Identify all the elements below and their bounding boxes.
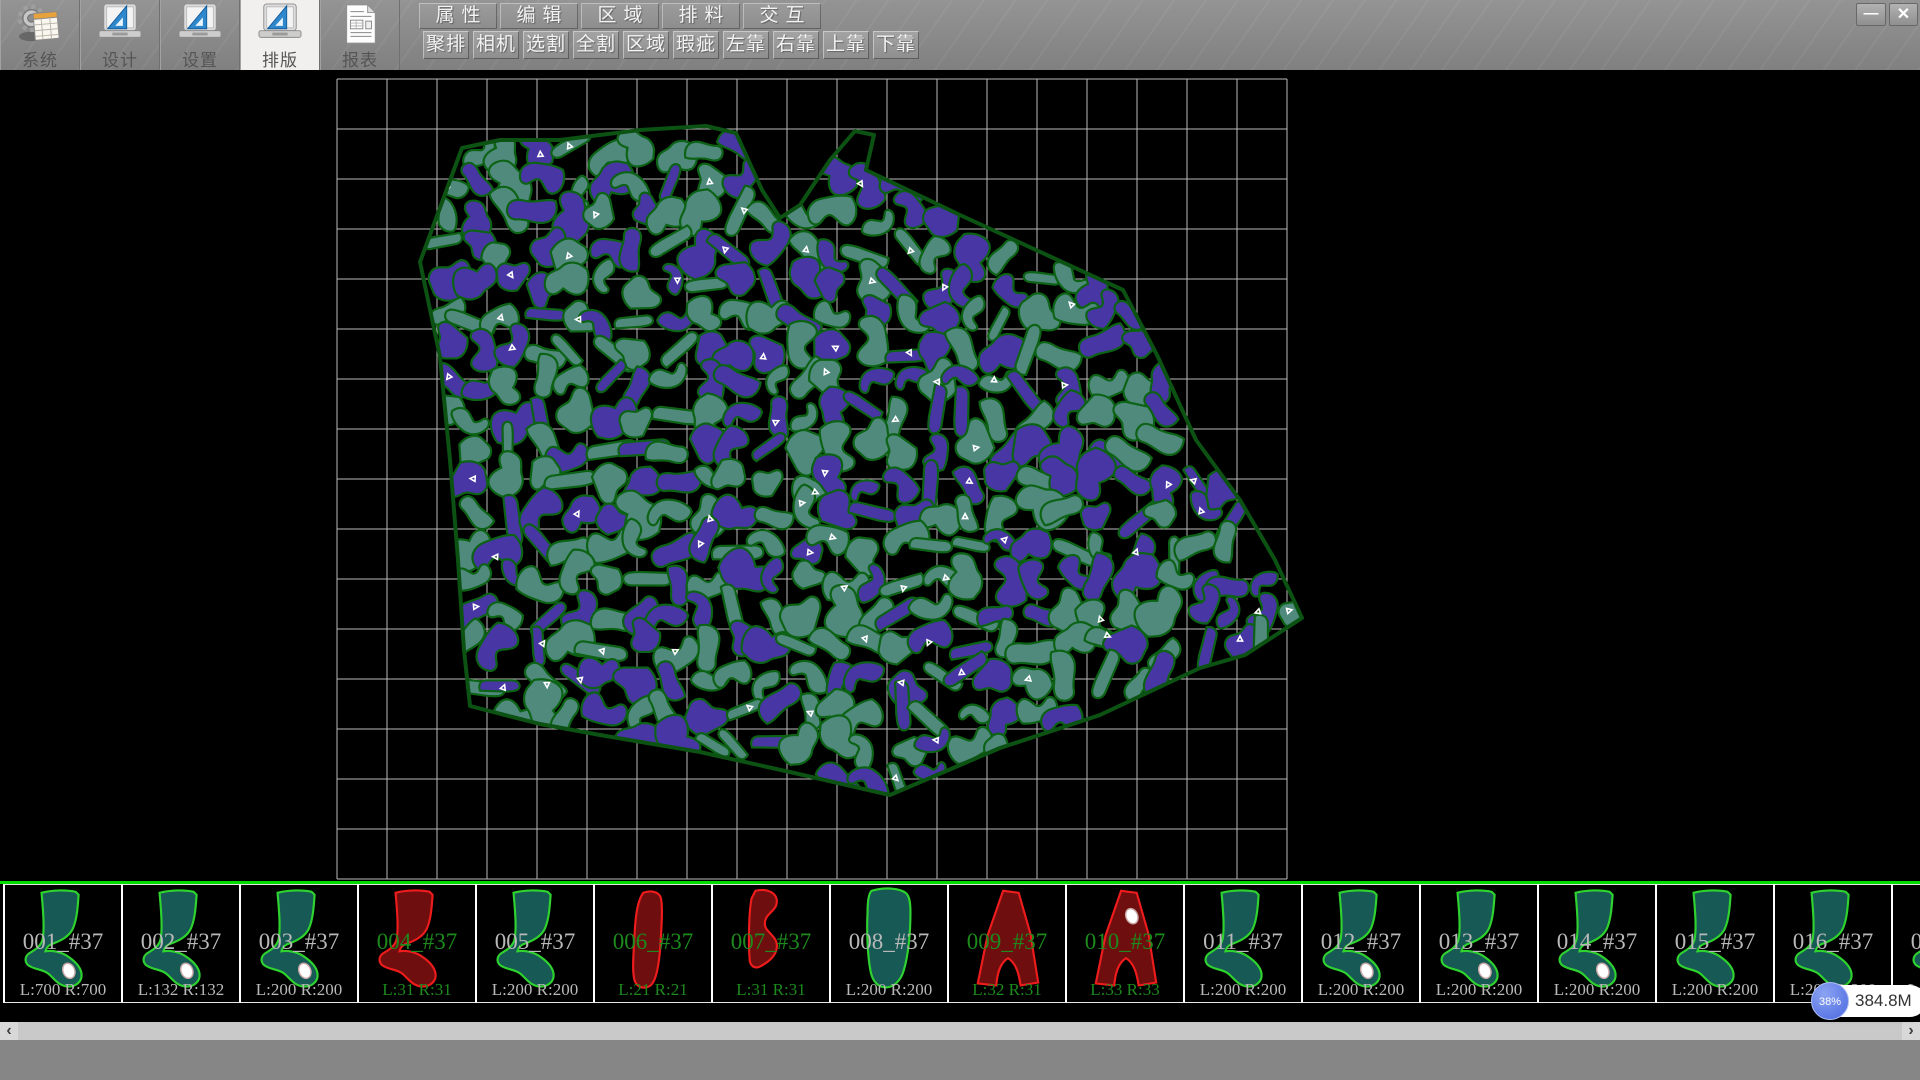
tool-button-6[interactable]: 瑕疵 [673, 31, 719, 59]
nav-item-5[interactable]: 报表 [320, 0, 400, 70]
scroll-right-button[interactable]: › [1902, 1022, 1920, 1040]
nav-item-3[interactable]: 设置 [160, 0, 240, 70]
gear-spreadsheet-icon [17, 3, 63, 45]
thumbnail-004_#37[interactable]: 004_#37 L:31 R:31 [359, 884, 477, 1003]
piece-id: 014_#37 [1539, 929, 1655, 955]
tool-button-4[interactable]: 全割 [573, 31, 619, 59]
piece-lr-count: L:132 R:132 [123, 980, 239, 1000]
close-button[interactable]: ✕ [1889, 3, 1918, 26]
tool-button-9[interactable]: 上靠 [823, 31, 869, 59]
nav-item-4[interactable]: 排版 [240, 0, 320, 70]
piece-lr-count: L:31 R:31 [713, 980, 829, 1000]
piece-lr-count: L:200 R:200 [1657, 980, 1773, 1000]
nav-label: 排版 [241, 46, 319, 71]
thumbnail-014_#37[interactable]: 014_#37 L:200 R:200 [1539, 884, 1657, 1003]
tool-buttons: 聚排相机选割全割区域瑕疵左靠右靠上靠下靠 [423, 31, 919, 59]
status-bar [0, 1040, 1920, 1080]
piece-id: 008_#37 [831, 929, 947, 955]
minimize-button[interactable]: — [1856, 3, 1886, 26]
nav-label: 设计 [81, 46, 159, 71]
horizontal-scrollbar[interactable]: ‹ › [0, 1022, 1920, 1040]
piece-lr-count: L:200 R:200 [1185, 980, 1301, 1000]
piece-lr-count: L:200 R:200 [477, 980, 593, 1000]
thumbnail-005_#37[interactable]: 005_#37 L:200 R:200 [477, 884, 595, 1003]
tool-button-5[interactable]: 区域 [623, 31, 669, 59]
piece-lr-count: L:33 R:33 [1067, 980, 1183, 1000]
piece-id: 011_#37 [1185, 929, 1301, 955]
piece-id: 013_#37 [1421, 929, 1537, 955]
percent-indicator: 38% [1811, 982, 1849, 1020]
thumbnail-009_#37[interactable]: 009_#37 L:32 R:31 [949, 884, 1067, 1003]
memory-value: 384.8M [1855, 991, 1912, 1011]
nav-label: 报表 [321, 46, 399, 71]
report-document-icon [337, 3, 383, 45]
thumbnail-011_#37[interactable]: 011_#37 L:200 R:200 [1185, 884, 1303, 1003]
menu-tabs: 属性编辑区域排料交互 [419, 3, 821, 29]
piece-id: 002_#37 [123, 929, 239, 955]
menu-tab-4[interactable]: 排料 [662, 3, 740, 29]
laptop-ruler-icon [257, 3, 303, 45]
piece-id: 004_#37 [359, 929, 475, 955]
nesting-canvas[interactable] [0, 70, 1920, 881]
piece-lr-count: L:32 R:31 [949, 980, 1065, 1000]
piece-lr-count: L:200 R:200 [1421, 980, 1537, 1000]
thumbnail-010_#37[interactable]: 010_#37 L:33 R:33 [1067, 884, 1185, 1003]
title-bar[interactable]: 系统设计设置排版报表 属性编辑区域排料交互 聚排相机选割全割区域瑕疵左靠右靠上靠… [0, 0, 1920, 70]
thumbnail-012_#37[interactable]: 012_#37 L:200 R:200 [1303, 884, 1421, 1003]
piece-id: 016_#37 [1775, 929, 1891, 955]
thumbnail-015_#37[interactable]: 015_#37 L:200 R:200 [1657, 884, 1775, 1003]
piece-id: 015_#37 [1657, 929, 1773, 955]
laptop-ruler-icon [177, 3, 223, 45]
piece-lr-count: L:31 R:31 [359, 980, 475, 1000]
piece-lr-count: L:200 R:200 [1539, 980, 1655, 1000]
piece-lr-count: L:200 R:200 [831, 980, 947, 1000]
nav-item-1[interactable]: 系统 [0, 0, 80, 70]
nav-item-2[interactable]: 设计 [80, 0, 160, 70]
tool-button-8[interactable]: 右靠 [773, 31, 819, 59]
thumbnail-003_#37[interactable]: 003_#37 L:200 R:200 [241, 884, 359, 1003]
thumbnail-001_#37[interactable]: 001_#37 L:700 R:700 [3, 884, 123, 1003]
piece-id: 001_#37 [5, 929, 121, 955]
app-window: 系统设计设置排版报表 属性编辑区域排料交互 聚排相机选割全割区域瑕疵左靠右靠上靠… [0, 0, 1920, 1080]
tool-button-2[interactable]: 相机 [473, 31, 519, 59]
thumbnail-013_#37[interactable]: 013_#37 L:200 R:200 [1421, 884, 1539, 1003]
piece-id: 012_#37 [1303, 929, 1419, 955]
menu-tab-5[interactable]: 交互 [743, 3, 821, 29]
nav-label: 设置 [161, 46, 239, 71]
piece-id: 009_#37 [949, 929, 1065, 955]
menu-tab-3[interactable]: 区域 [581, 3, 659, 29]
thumbnail-strip: 001_#37L:700 R:700002_#37L:132 R:132003_… [0, 884, 1920, 1003]
thumbnail-007_#37[interactable]: 007_#37 L:31 R:31 [713, 884, 831, 1003]
tool-button-3[interactable]: 选割 [523, 31, 569, 59]
piece-lr-count: L:21 R:21 [595, 980, 711, 1000]
thumbnail-002_#37[interactable]: 002_#37 L:132 R:132 [123, 884, 241, 1003]
piece-lr-count: L:200 R:200 [1303, 980, 1419, 1000]
tool-button-10[interactable]: 下靠 [873, 31, 919, 59]
piece-id: 017_#37 [1893, 929, 1920, 955]
menu-tab-2[interactable]: 编辑 [500, 3, 578, 29]
piece-id: 003_#37 [241, 929, 357, 955]
memory-badge[interactable]: 38% 384.8M [1813, 985, 1920, 1017]
thumbnail-008_#37[interactable]: 008_#37 L:200 R:200 [831, 884, 949, 1003]
piece-lr-count: L:700 R:700 [5, 980, 121, 1000]
menu-tab-1[interactable]: 属性 [419, 3, 497, 29]
tool-button-7[interactable]: 左靠 [723, 31, 769, 59]
laptop-ruler-icon [97, 3, 143, 45]
piece-id: 006_#37 [595, 929, 711, 955]
tool-button-1[interactable]: 聚排 [423, 31, 469, 59]
nav-label: 系统 [1, 46, 79, 71]
piece-id: 010_#37 [1067, 929, 1183, 955]
piece-lr-count: L:200 R:200 [241, 980, 357, 1000]
piece-id: 007_#37 [713, 929, 829, 955]
thumbnail-006_#37[interactable]: 006_#37 L:21 R:21 [595, 884, 713, 1003]
scroll-left-button[interactable]: ‹ [0, 1022, 18, 1040]
piece-id: 005_#37 [477, 929, 593, 955]
